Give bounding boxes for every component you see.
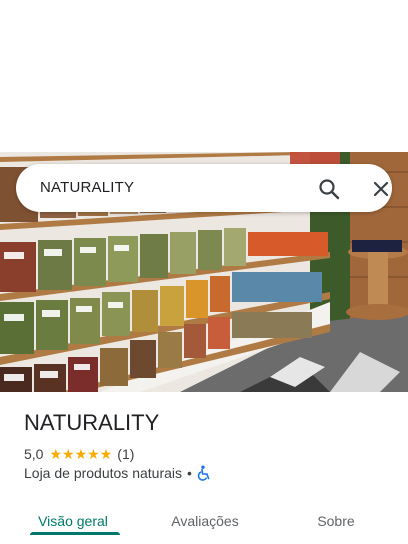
tab-overview[interactable]: Visão geral (28, 500, 118, 544)
search-bar[interactable]: NATURALITY (16, 164, 392, 212)
blank-area (0, 0, 408, 152)
search-icon[interactable] (316, 176, 342, 202)
tab-bar: Visão geral Avaliações Sobre (0, 500, 408, 544)
place-title: NATURALITY (24, 410, 160, 435)
rating-value: 5,0 (24, 446, 44, 462)
rating-row[interactable]: 5,0 ★ ★ ★ ★ ★ (1) (24, 445, 134, 463)
wheelchair-icon (197, 465, 211, 481)
star-icon: ★ (99, 446, 113, 462)
tab-about[interactable]: Sobre (300, 500, 372, 544)
place-info-panel: NATURALITY 5,0 ★ ★ ★ ★ ★ (1) Loja de pro… (0, 392, 408, 544)
separator: • (187, 465, 192, 481)
star-icon: ★ (62, 446, 75, 462)
close-icon[interactable] (368, 176, 394, 202)
place-category: Loja de produtos naturais (24, 465, 182, 481)
star-icon: ★ (87, 446, 100, 462)
category-row: Loja de produtos naturais • (24, 465, 211, 481)
star-rating: ★ ★ ★ ★ ★ (49, 447, 112, 461)
star-icon: ★ (49, 446, 63, 462)
review-count[interactable]: (1) (117, 446, 134, 462)
search-input[interactable]: NATURALITY (40, 179, 134, 196)
active-tab-indicator (30, 532, 120, 535)
tab-reviews[interactable]: Avaliações (160, 500, 250, 544)
star-icon: ★ (74, 446, 88, 462)
